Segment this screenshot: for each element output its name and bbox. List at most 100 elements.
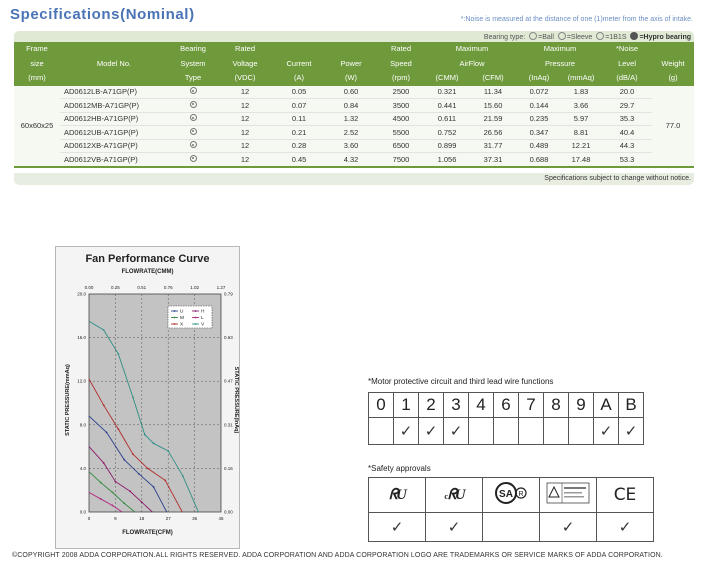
speed-cell: 6500 — [376, 139, 426, 153]
data-point — [164, 479, 167, 482]
data-point — [99, 498, 102, 500]
header-model-2: Model No. — [60, 56, 168, 71]
model-cell: AD0612UB-A71GP(P) — [60, 125, 168, 140]
legend-marker — [173, 316, 176, 319]
inaq-cell: 0.489 — [518, 139, 561, 153]
header-speed-1: Rated — [376, 42, 426, 57]
check-icon: ✓ — [618, 517, 632, 536]
weight-cell: 77.0 — [652, 85, 695, 168]
header-frame-1: Frame — [14, 42, 60, 57]
data-point — [146, 467, 149, 470]
legend-entry: M — [180, 315, 184, 321]
power-cell: 3.60 — [326, 139, 376, 153]
noise-cell: 29.7 — [602, 98, 653, 113]
data-point — [129, 490, 131, 493]
header-cfm: (CFM) — [468, 71, 519, 86]
power-cell: 0.84 — [326, 98, 376, 113]
header-airflow-1: Maximum — [426, 42, 519, 57]
header-speed-2: Speed — [376, 56, 426, 71]
speed-cell: 7500 — [376, 152, 426, 168]
legend-entry: U — [180, 309, 184, 315]
tuv-icon — [546, 482, 590, 503]
inaq-cell: 0.072 — [518, 85, 561, 99]
ul-cell: ᖇU — [368, 477, 426, 513]
header-power-3: (W) — [326, 71, 376, 86]
legend-entry: H — [201, 309, 205, 315]
inaq-cell: 0.235 — [518, 112, 561, 126]
header-power-1 — [326, 42, 376, 57]
cmm-cell: 1.056 — [426, 152, 468, 168]
hypro-bearing-icon — [630, 32, 639, 40]
data-point — [152, 442, 155, 445]
model-cell: AD0612XB-A71GP(P) — [60, 139, 168, 153]
cfm-cell: 26.56 — [468, 125, 519, 140]
x-top-tick-label: 0.25 — [111, 285, 120, 290]
motor-function-7: 7 — [518, 392, 544, 418]
power-cell: 4.32 — [326, 152, 376, 168]
header-voltage-2: Voltage — [218, 56, 272, 71]
y-tick-label: 12.0 — [77, 379, 86, 384]
ball-bearing-icon — [189, 127, 197, 135]
check-icon: ✓ — [399, 421, 413, 440]
y-tick-label: 8.0 — [80, 422, 87, 427]
data-point — [123, 458, 126, 461]
header-model-1 — [60, 42, 168, 57]
header-frame-2: size — [14, 56, 60, 71]
ball-bearing-icon — [189, 87, 197, 95]
mmaq-cell: 8.81 — [560, 125, 603, 140]
x-tick-label: 9 — [114, 516, 117, 521]
y-right-tick-label: 0.47 — [224, 379, 233, 384]
cfm-cell: 31.77 — [468, 139, 519, 153]
data-point — [99, 481, 102, 484]
current-cell: 0.21 — [272, 125, 326, 140]
bearing-legend: Bearing type: =Ball =Sleeve =1B1S =Hypro… — [484, 32, 691, 41]
cul-cell: cᖇU — [425, 477, 483, 513]
data-point — [114, 480, 117, 483]
motor-check-cell — [468, 417, 494, 445]
x-tick-label: 45 — [218, 516, 224, 521]
header-weight-1 — [652, 42, 695, 57]
motor-check-cell — [368, 417, 394, 445]
header-current-3: (A) — [272, 71, 326, 86]
data-point — [102, 462, 105, 464]
x-top-tick-label: 0.00 — [85, 285, 94, 290]
check-icon: ✓ — [447, 517, 461, 536]
ball-bearing-icon — [189, 100, 197, 108]
voltage-cell: 12 — [218, 152, 272, 168]
safety-check-cell: ✓ — [596, 512, 654, 542]
legend-marker — [194, 323, 197, 325]
motor-check-cell: ✓ — [393, 417, 419, 445]
chart-right-axis-label: STATIC PRESSURE(InAq) — [233, 366, 239, 434]
motor-function-9: 9 — [568, 392, 594, 418]
header-voltage-3: (VDC) — [218, 71, 272, 86]
sleeve-bearing-icon — [557, 32, 566, 40]
chart-x-axis-label: FLOWRATE(CFM) — [122, 530, 173, 536]
motor-check-cell — [568, 417, 594, 445]
noise-cell: 40.4 — [602, 125, 653, 140]
legend-entry: L — [201, 315, 204, 321]
header-bearing-2: System — [168, 56, 218, 71]
header-noise-3: (dB/A) — [602, 71, 653, 86]
motor-check-cell: ✓ — [593, 417, 619, 445]
inaq-cell: 0.347 — [518, 125, 561, 140]
x-top-tick-label: 1.02 — [190, 285, 199, 290]
bearing-cell — [168, 85, 218, 99]
csa-icon: SA R — [495, 481, 527, 504]
model-cell: AD0612LB-A71GP(P) — [60, 85, 168, 99]
y-tick-label: 0.0 — [80, 510, 87, 515]
motor-function-a: A — [593, 392, 619, 418]
safety-check-cell: ✓ — [368, 512, 426, 542]
x-tick-label: 36 — [192, 516, 198, 521]
chart-y-axis-label: STATIC PRESSURE(mmAq) — [65, 364, 71, 436]
bearing-sleeve-label: =Sleeve — [566, 34, 593, 41]
y-right-tick-label: 0.63 — [224, 335, 233, 340]
power-cell: 2.52 — [326, 125, 376, 140]
header-bearing-3: Type — [168, 71, 218, 86]
noise-cell: 44.3 — [602, 139, 653, 153]
header-airflow-2: AirFlow — [426, 56, 519, 71]
data-point — [167, 450, 170, 452]
x-tick-label: 0 — [88, 516, 91, 521]
cmm-cell: 0.899 — [426, 139, 468, 153]
header-current-1 — [272, 42, 326, 57]
mmaq-cell: 5.97 — [560, 112, 603, 126]
